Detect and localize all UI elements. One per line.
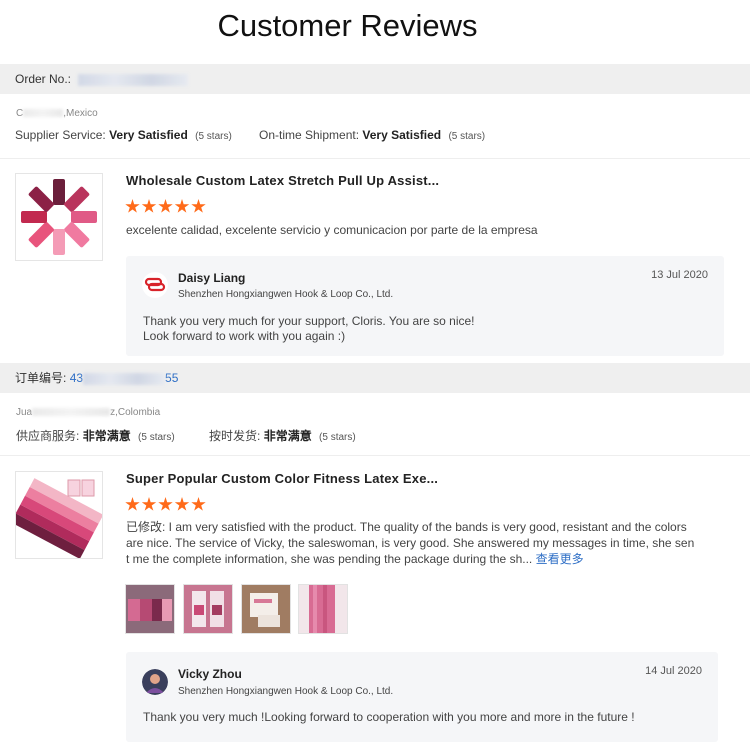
resistance-bands-image (10, 478, 104, 559)
star-icon (158, 497, 173, 511)
photo-band-closeup-image (299, 585, 347, 633)
star-rating (125, 497, 208, 517)
shipment-rating: 按时发货: 非常满意 (5 stars) (209, 429, 356, 443)
review-photo[interactable] (298, 584, 348, 634)
order-bar: 订单编号: 43 55 (0, 363, 750, 393)
reply-date: 13 Jul 2020 (651, 269, 708, 281)
star-icon (141, 497, 157, 511)
seller-reply: Daisy Liang Shenzhen Hongxiangwen Hook &… (126, 256, 724, 356)
review-photo[interactable] (241, 584, 291, 634)
star-icon (158, 199, 173, 213)
review-text: excelente calidad, excelente servicio y … (126, 223, 538, 237)
reply-text: Thank you very much for your support, Cl… (143, 314, 475, 343)
see-more-link[interactable]: 查看更多 (536, 552, 584, 566)
order-number-redacted (78, 73, 189, 86)
star-icon (191, 497, 206, 511)
product-title[interactable]: Super Popular Custom Color Fitness Latex… (126, 471, 438, 486)
divider (0, 455, 750, 456)
star-icon (141, 199, 157, 213)
review-photo[interactable] (183, 584, 233, 634)
reply-company: Shenzhen Hongxiangwen Hook & Loop Co., L… (178, 289, 394, 300)
seller-reply: Vicky Zhou Shenzhen Hongxiangwen Hook & … (126, 652, 718, 742)
divider (0, 158, 750, 159)
page-title: Customer Reviews (217, 8, 478, 43)
star-icon (125, 497, 140, 511)
product-thumbnail[interactable] (15, 173, 103, 261)
star-icon (191, 199, 206, 213)
order-bar: Order No.: (0, 64, 750, 94)
seller-logo-icon (142, 272, 168, 298)
supplier-rating: Supplier Service: Very Satisfied (5 star… (15, 128, 232, 142)
star-rating (125, 199, 208, 219)
reply-company: Shenzhen Hongxiangwen Hook & Loop Co., L… (178, 686, 394, 697)
supplier-rating: 供应商服务: 非常满意 (5 stars) (16, 429, 175, 443)
shipment-rating: On-time Shipment: Very Satisfied (5 star… (259, 128, 486, 142)
order-label: 订单编号: (15, 371, 67, 385)
reply-date: 14 Jul 2020 (645, 665, 702, 677)
reply-author: Daisy Liang (178, 271, 246, 285)
buyer-location: Jua z,Colombia (16, 407, 161, 418)
photo-box-image (242, 585, 290, 633)
star-icon (125, 199, 140, 213)
buyer-location: C ,Mexico (16, 108, 98, 119)
review-text: 已修改: I am very satisfied with the produc… (126, 520, 695, 566)
seller-avatar-icon (142, 669, 168, 695)
photo-package-image (184, 585, 232, 633)
reply-author: Vicky Zhou (178, 667, 242, 681)
product-title[interactable]: Wholesale Custom Latex Stretch Pull Up A… (126, 173, 439, 188)
resistance-bands-image (21, 179, 97, 255)
review-photo[interactable] (125, 584, 175, 634)
order-label: Order No.: (15, 72, 72, 86)
photo-bands-image (126, 585, 174, 633)
reply-text: Thank you very much !Looking forward to … (143, 710, 635, 724)
star-icon (174, 199, 190, 213)
product-thumbnail[interactable] (10, 471, 104, 559)
star-icon (174, 497, 190, 511)
order-number[interactable]: 43 55 (70, 371, 179, 385)
